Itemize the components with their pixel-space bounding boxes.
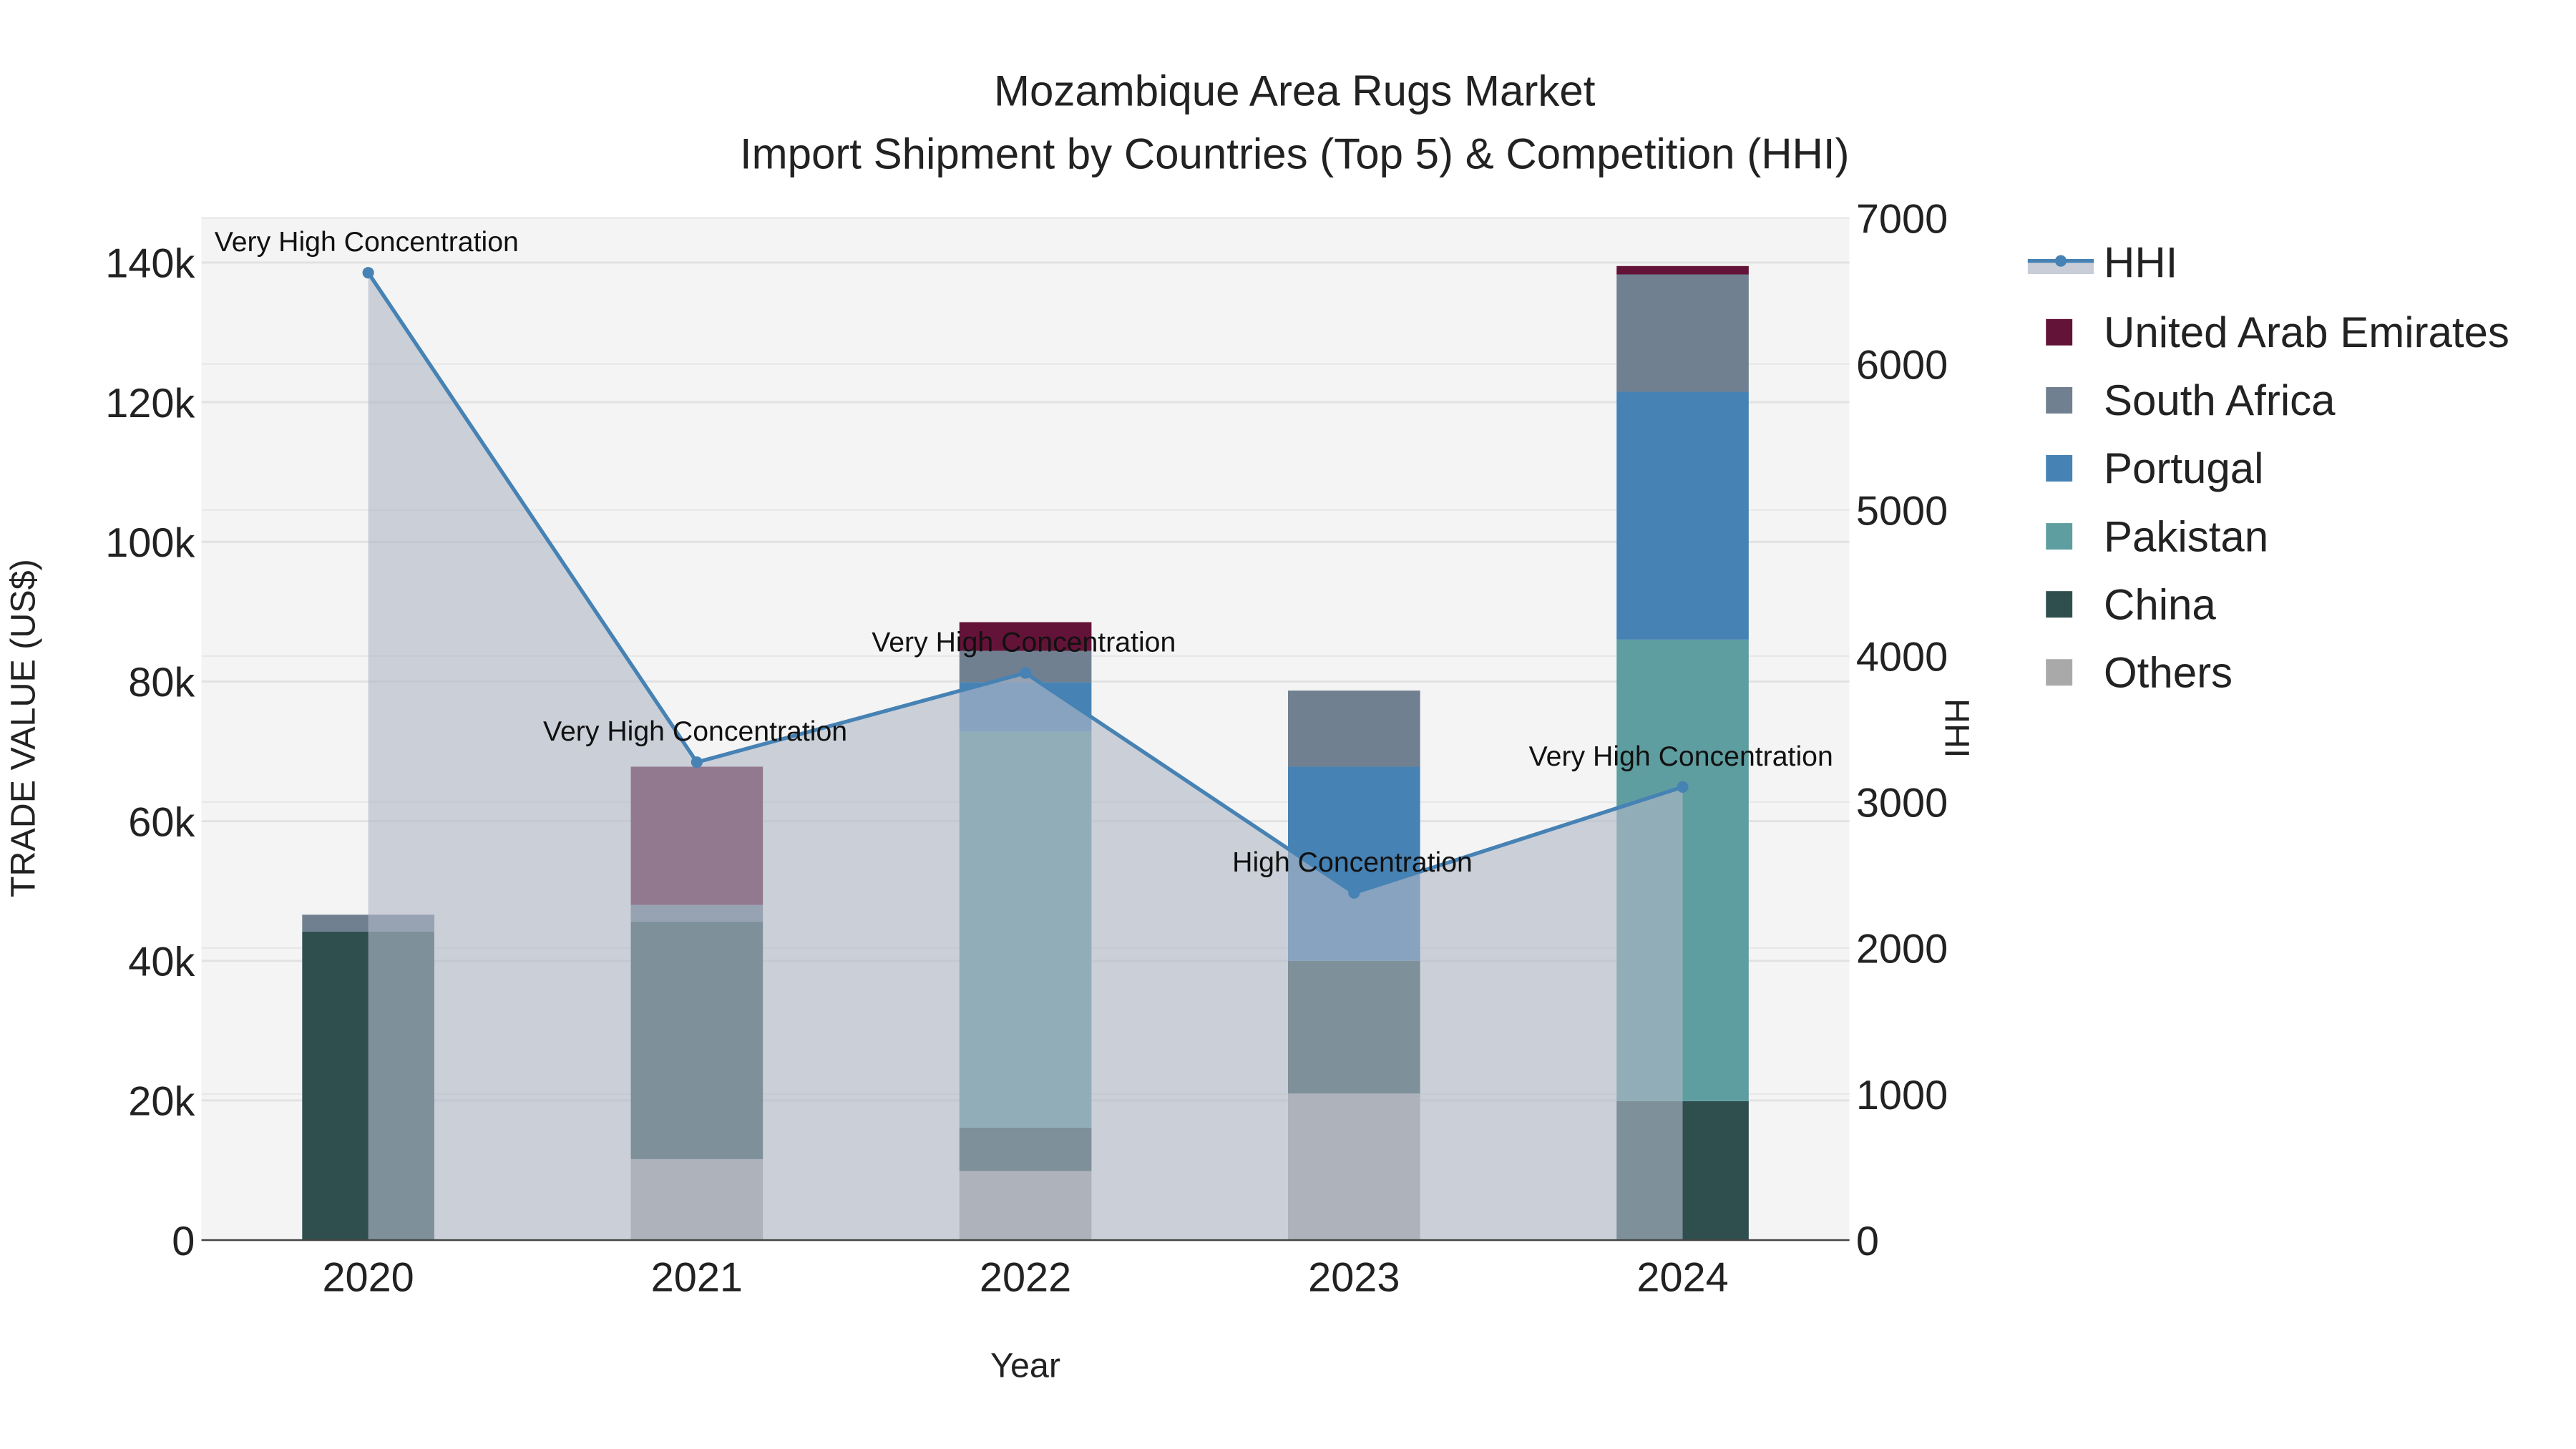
x-axis-label: Year [990,1347,1060,1385]
y-tick-label: 40k [128,940,195,985]
y2-tick-label: 3000 [1856,781,1948,826]
legend-item-china[interactable]: China [2046,580,2216,628]
y2-tick-label: 1000 [1856,1073,1948,1118]
legend-swatch [2046,591,2073,618]
chart-subtitle: Import Shipment by Countries (Top 5) & C… [740,130,1850,177]
hhi-annotation: Very High Concentration [1529,741,1833,772]
bar-united-arab-emirates [1616,265,1749,275]
hhi-point [691,756,703,769]
y-tick-label: 100k [105,520,195,566]
x-tick-label: 2022 [980,1255,1071,1301]
y2-axis-ticks: 0 1000 2000 3000 4000 5000 6000 7000 [1856,196,1948,1264]
y-tick-label: 60k [128,799,195,845]
hhi-point [1677,781,1689,793]
bar-south-africa [1288,691,1420,767]
legend-swatch [2046,386,2073,414]
legend-label: United Arab Emirates [2104,308,2509,356]
y2-tick-label: 5000 [1856,489,1948,535]
hhi-annotation: Very High Concentration [872,626,1176,658]
y-tick-label: 0 [172,1219,195,1264]
legend-swatch-marker [2054,255,2067,267]
legend-item-pakistan[interactable]: Pakistan [2046,512,2268,560]
hhi-annotation: High Concentration [1232,847,1473,878]
x-tick-label: 2024 [1636,1255,1728,1301]
y-tick-label: 120k [105,381,195,426]
y-tick-label: 80k [128,660,195,706]
x-tick-label: 2020 [322,1255,414,1301]
legend-item-portugal[interactable]: Portugal [2046,444,2263,492]
legend-swatch [2046,455,2073,482]
legend-label: HHI [2104,239,2177,287]
hhi-point [362,267,374,279]
y-tick-label: 20k [128,1079,195,1125]
hhi-point [1020,667,1032,679]
y2-tick-label: 4000 [1856,635,1948,680]
legend-item-south-africa[interactable]: South Africa [2046,376,2336,424]
hhi-annotation: Very High Concentration [215,226,519,258]
x-tick-label: 2021 [651,1255,743,1301]
bar-portugal [1616,391,1749,640]
legend-label: Portugal [2104,444,2263,492]
y2-tick-label: 0 [1856,1219,1879,1264]
y2-axis-label: HHI [1937,698,1976,758]
legend-item-united-arab-emirates[interactable]: United Arab Emirates [2046,308,2509,356]
legend-label: Pakistan [2104,512,2268,560]
legend-swatch [2046,318,2073,346]
hhi-annotation: Very High Concentration [543,716,847,747]
chart-title: Mozambique Area Rugs Market [994,67,1596,115]
legend-label: Others [2104,648,2233,696]
legend-swatch [2046,523,2073,550]
legend-item-hhi[interactable]: HHI [2027,239,2177,287]
y2-tick-label: 2000 [1856,927,1948,972]
bar-south-africa [1616,274,1749,392]
hhi-point [1348,887,1360,899]
chart: Very High Concentration Very High Concent… [4,67,2509,1385]
y2-tick-label: 6000 [1856,342,1948,388]
legend-label: South Africa [2104,376,2336,424]
legend-item-others[interactable]: Others [2046,648,2233,696]
y2-tick-label: 7000 [1856,196,1948,242]
x-tick-label: 2023 [1308,1255,1400,1301]
legend: HHI United Arab Emirates South Africa Portu… [2027,239,2509,696]
x-axis-ticks: 2020 2021 2022 2023 2024 [322,1255,1728,1301]
y-tick-label: 140k [105,241,195,287]
legend-swatch [2046,659,2073,686]
legend-label: China [2104,580,2216,628]
y-axis-label: TRADE VALUE (US$) [4,559,42,897]
y-axis-ticks: 0 20k 40k 60k 80k 100k 120k 140k [105,241,195,1264]
